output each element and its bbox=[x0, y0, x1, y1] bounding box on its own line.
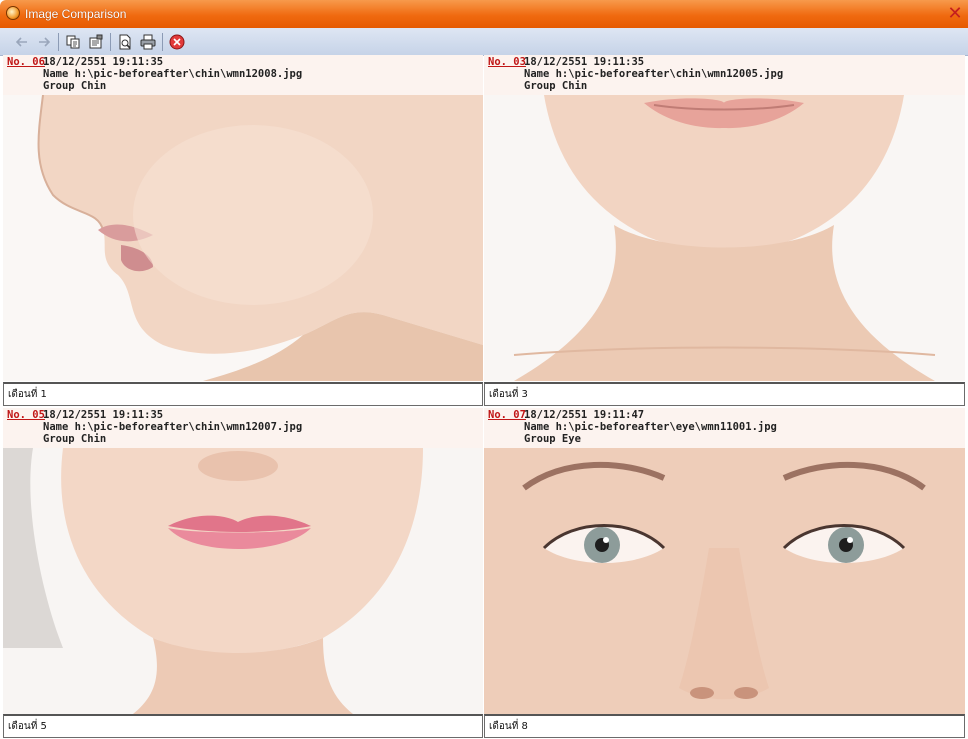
image-info-header: No. 07 18/12/2551 19:11:47 Name h:\pic-b… bbox=[484, 408, 965, 448]
close-circle-icon[interactable] bbox=[167, 32, 187, 52]
caption-field[interactable]: เดือนที่ 8 bbox=[484, 714, 965, 738]
back-arrow-icon[interactable] bbox=[12, 32, 32, 52]
image-info-header: No. 06 18/12/2551 19:11:35 Name h:\pic-b… bbox=[3, 55, 483, 95]
caption-field[interactable]: เดือนที่ 1 bbox=[3, 382, 483, 406]
copy-icon[interactable] bbox=[63, 32, 83, 52]
comparison-panel: No. 05 18/12/2551 19:11:35 Name h:\pic-b… bbox=[3, 408, 483, 739]
caption-field[interactable]: เดือนที่ 5 bbox=[3, 714, 483, 738]
title-bar[interactable]: Image Comparison ✕ bbox=[0, 0, 968, 28]
image-comparison-window: Image Comparison ✕ No. 06 18/12/2551 19:… bbox=[0, 0, 968, 739]
forward-arrow-icon[interactable] bbox=[34, 32, 54, 52]
caption-field[interactable]: เดือนที่ 3 bbox=[484, 382, 965, 406]
image-filename: Name h:\pic-beforeafter\chin\wmn12007.jp… bbox=[43, 421, 303, 433]
image-filename: Name h:\pic-beforeafter\chin\wmn12008.jp… bbox=[43, 68, 303, 80]
comparison-panel: No. 06 18/12/2551 19:11:35 Name h:\pic-b… bbox=[3, 55, 483, 408]
image-number-link[interactable]: No. 06 bbox=[7, 56, 45, 68]
comparison-panel: No. 07 18/12/2551 19:11:47 Name h:\pic-b… bbox=[484, 408, 965, 739]
print-preview-icon[interactable] bbox=[115, 32, 135, 52]
app-icon bbox=[6, 6, 20, 20]
image-datetime: 18/12/2551 19:11:35 bbox=[524, 56, 645, 68]
toolbar bbox=[0, 28, 968, 56]
face-photo bbox=[484, 95, 965, 381]
image-group: Group Chin bbox=[43, 80, 107, 92]
image-filename: Name h:\pic-beforeafter\eye\wmn11001.jpg bbox=[524, 421, 777, 433]
image-info-header: No. 05 18/12/2551 19:11:35 Name h:\pic-b… bbox=[3, 408, 483, 448]
image-group: Group Eye bbox=[524, 433, 581, 445]
face-photo bbox=[484, 448, 965, 714]
close-icon[interactable]: ✕ bbox=[946, 5, 964, 23]
face-photo bbox=[3, 448, 483, 714]
image-filename: Name h:\pic-beforeafter\chin\wmn12005.jp… bbox=[524, 68, 784, 80]
image-info-header: No. 03 18/12/2551 19:11:35 Name h:\pic-b… bbox=[484, 55, 965, 95]
properties-icon[interactable] bbox=[86, 32, 106, 52]
image-number-link[interactable]: No. 03 bbox=[488, 56, 526, 68]
image-datetime: 18/12/2551 19:11:47 bbox=[524, 409, 645, 421]
image-datetime: 18/12/2551 19:11:35 bbox=[43, 56, 164, 68]
image-datetime: 18/12/2551 19:11:35 bbox=[43, 409, 164, 421]
print-icon[interactable] bbox=[138, 32, 158, 52]
face-photo bbox=[3, 95, 483, 381]
comparison-panel: No. 03 18/12/2551 19:11:35 Name h:\pic-b… bbox=[484, 55, 965, 408]
image-group: Group Chin bbox=[43, 433, 107, 445]
image-number-link[interactable]: No. 05 bbox=[7, 409, 45, 421]
image-group: Group Chin bbox=[524, 80, 588, 92]
image-number-link[interactable]: No. 07 bbox=[488, 409, 526, 421]
window-title: Image Comparison bbox=[25, 7, 127, 21]
